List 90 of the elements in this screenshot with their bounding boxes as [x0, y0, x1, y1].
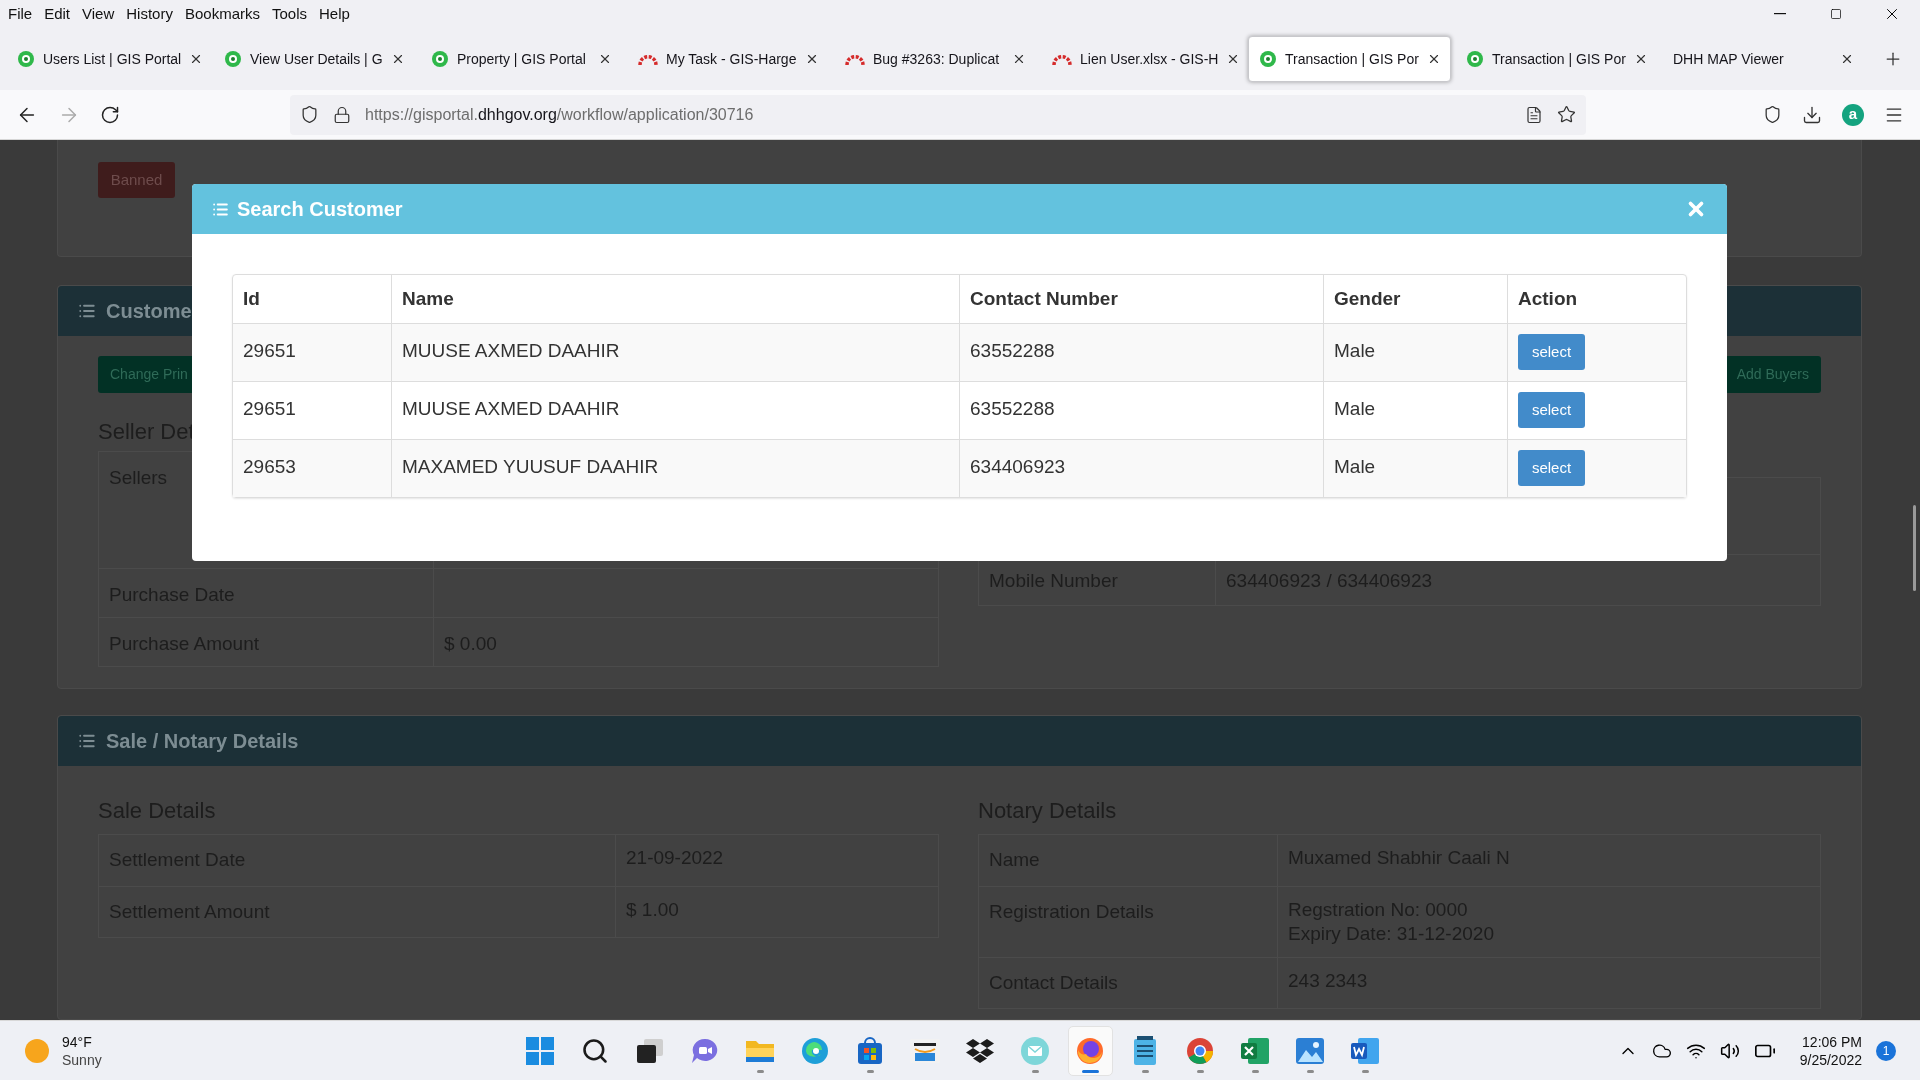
star-icon[interactable]	[1557, 105, 1576, 124]
url-text: https://gisportal.dhhgov.org/workflow/application/30716	[365, 104, 754, 125]
browser-tab[interactable]: Users List | GIS Portal	[6, 36, 209, 82]
browser-tab[interactable]: My Task - GIS-Harge	[627, 36, 830, 82]
restore-icon	[1830, 8, 1842, 20]
scrollbar[interactable]	[1913, 505, 1916, 591]
select-button[interactable]: select	[1518, 450, 1585, 486]
shield-icon[interactable]	[300, 105, 319, 124]
table-cell: MAXAMED YUUSUF DAAHIR	[392, 440, 960, 497]
running-indicator	[1361, 1069, 1369, 1073]
menu-item[interactable]: Bookmarks	[180, 2, 264, 26]
browser-tab[interactable]: Transaction | GIS Por	[1248, 36, 1451, 82]
globe-logo-icon	[431, 50, 449, 68]
close-tab-icon[interactable]	[1840, 52, 1854, 66]
lock-icon[interactable]	[333, 105, 351, 124]
globe-logo-icon	[224, 50, 242, 68]
table-cell: 29653	[233, 440, 392, 497]
browser-tab[interactable]: Transaction | GIS Por	[1455, 36, 1658, 82]
temperature: 94°F	[62, 1032, 93, 1051]
tab-title: DHH MAP Viewer	[1673, 49, 1785, 69]
tab-title: Transaction | GIS Por	[1492, 49, 1626, 69]
running-indicator	[1306, 1069, 1314, 1073]
running-indicator	[1081, 1069, 1099, 1073]
close-tab-icon[interactable]	[1012, 52, 1026, 66]
globe-logo-icon	[1259, 50, 1277, 68]
search-icon[interactable]	[581, 1036, 610, 1065]
tab-title: Property | GIS Portal	[457, 49, 587, 69]
select-button[interactable]: select	[1518, 392, 1585, 428]
customer-row[interactable]: 29651 MUUSE AXMED DAAHIR 63552288 Male select	[233, 323, 1686, 381]
sun-icon	[24, 1037, 50, 1064]
tab-title: Bug #3263: Duplicat	[873, 49, 1001, 69]
clock-time[interactable]: 12:06 PM	[1802, 1032, 1862, 1051]
close-tab-icon[interactable]	[598, 52, 612, 66]
address-bar[interactable]: https://gisportal.dhhgov.org/workflow/application/30716	[290, 94, 1586, 135]
minimize-icon	[1774, 13, 1786, 15]
running-indicator	[1141, 1069, 1149, 1073]
fox-globe-icon[interactable]	[1075, 1035, 1106, 1066]
shopping-bag-icon[interactable]	[856, 1036, 885, 1065]
reload-icon[interactable]	[100, 104, 120, 125]
browser-tab[interactable]: View User Details | G	[213, 36, 416, 82]
browser-tab[interactable]: DHH MAP Viewer	[1662, 36, 1865, 82]
task-view-icon[interactable]	[636, 1037, 665, 1064]
tab-title: Users List | GIS Portal	[43, 49, 182, 69]
notepad-icon[interactable]	[1133, 1035, 1158, 1066]
weather-condition: Sunny	[62, 1050, 102, 1069]
tab-title: My Task - GIS-Harge	[666, 49, 797, 69]
close-tab-icon[interactable]	[391, 52, 405, 66]
download-icon[interactable]	[1802, 104, 1822, 125]
spreadsheet-app-icon[interactable]	[1240, 1036, 1271, 1065]
column-header: Action	[1517, 286, 1579, 311]
arch-logo-icon	[845, 52, 865, 66]
tab-title: Transaction | GIS Por	[1285, 49, 1419, 69]
card-title: Sale / Notary Details	[106, 729, 299, 755]
customer-row[interactable]: 29653 MAXAMED YUUSUF DAAHIR 634406923 Male select	[233, 439, 1686, 497]
notification-badge[interactable]: 1	[1876, 1040, 1896, 1061]
table-cell: 634406923	[960, 440, 1324, 497]
browser-tab[interactable]: Property | GIS Portal	[420, 36, 623, 82]
select-button[interactable]: select	[1518, 334, 1585, 370]
menu-item[interactable]: View	[78, 2, 119, 26]
globe-logo-icon	[1466, 50, 1484, 68]
tab-title: Lien User.xlsx - GIS-H	[1080, 49, 1219, 69]
menu-item[interactable]: File	[4, 2, 37, 26]
boxes-logo-icon[interactable]	[965, 1036, 996, 1065]
menu-item[interactable]: Edit	[40, 2, 75, 26]
menu-item[interactable]: History	[122, 2, 177, 26]
wave-logo-icon[interactable]	[800, 1035, 831, 1066]
circle-logo-icon[interactable]	[1185, 1035, 1216, 1066]
photo-app-icon[interactable]	[1295, 1036, 1326, 1065]
browser-tab[interactable]: Lien User.xlsx - GIS-H	[1041, 36, 1244, 82]
table-cell: Male	[1324, 440, 1508, 497]
close-tab-icon[interactable]	[805, 52, 819, 66]
running-indicator	[1031, 1069, 1039, 1073]
dialog-title: Search Customer	[237, 197, 403, 222]
menu-item[interactable]: Help	[315, 2, 354, 26]
arch-logo-icon	[638, 52, 658, 66]
card-title: Custome	[106, 299, 192, 325]
reader-view-icon[interactable]	[1525, 105, 1543, 124]
windows-icon[interactable]	[525, 1035, 556, 1066]
running-indicator	[1196, 1069, 1204, 1073]
arch-logo-icon	[1052, 52, 1072, 66]
customer-row[interactable]: 29651 MUUSE AXMED DAAHIR 63552288 Male select	[233, 381, 1686, 439]
tab-title: View User Details | G	[250, 49, 383, 69]
running-indicator	[1251, 1069, 1259, 1073]
document-app-icon[interactable]	[1350, 1036, 1381, 1065]
menu-item[interactable]: Tools	[268, 2, 311, 26]
running-indicator	[756, 1069, 764, 1073]
browser-tab[interactable]: Bug #3263: Duplicat	[834, 36, 1037, 82]
clock-date[interactable]: 9/25/2022	[1799, 1050, 1862, 1069]
globe-logo-icon	[17, 50, 35, 68]
running-indicator	[866, 1069, 874, 1073]
